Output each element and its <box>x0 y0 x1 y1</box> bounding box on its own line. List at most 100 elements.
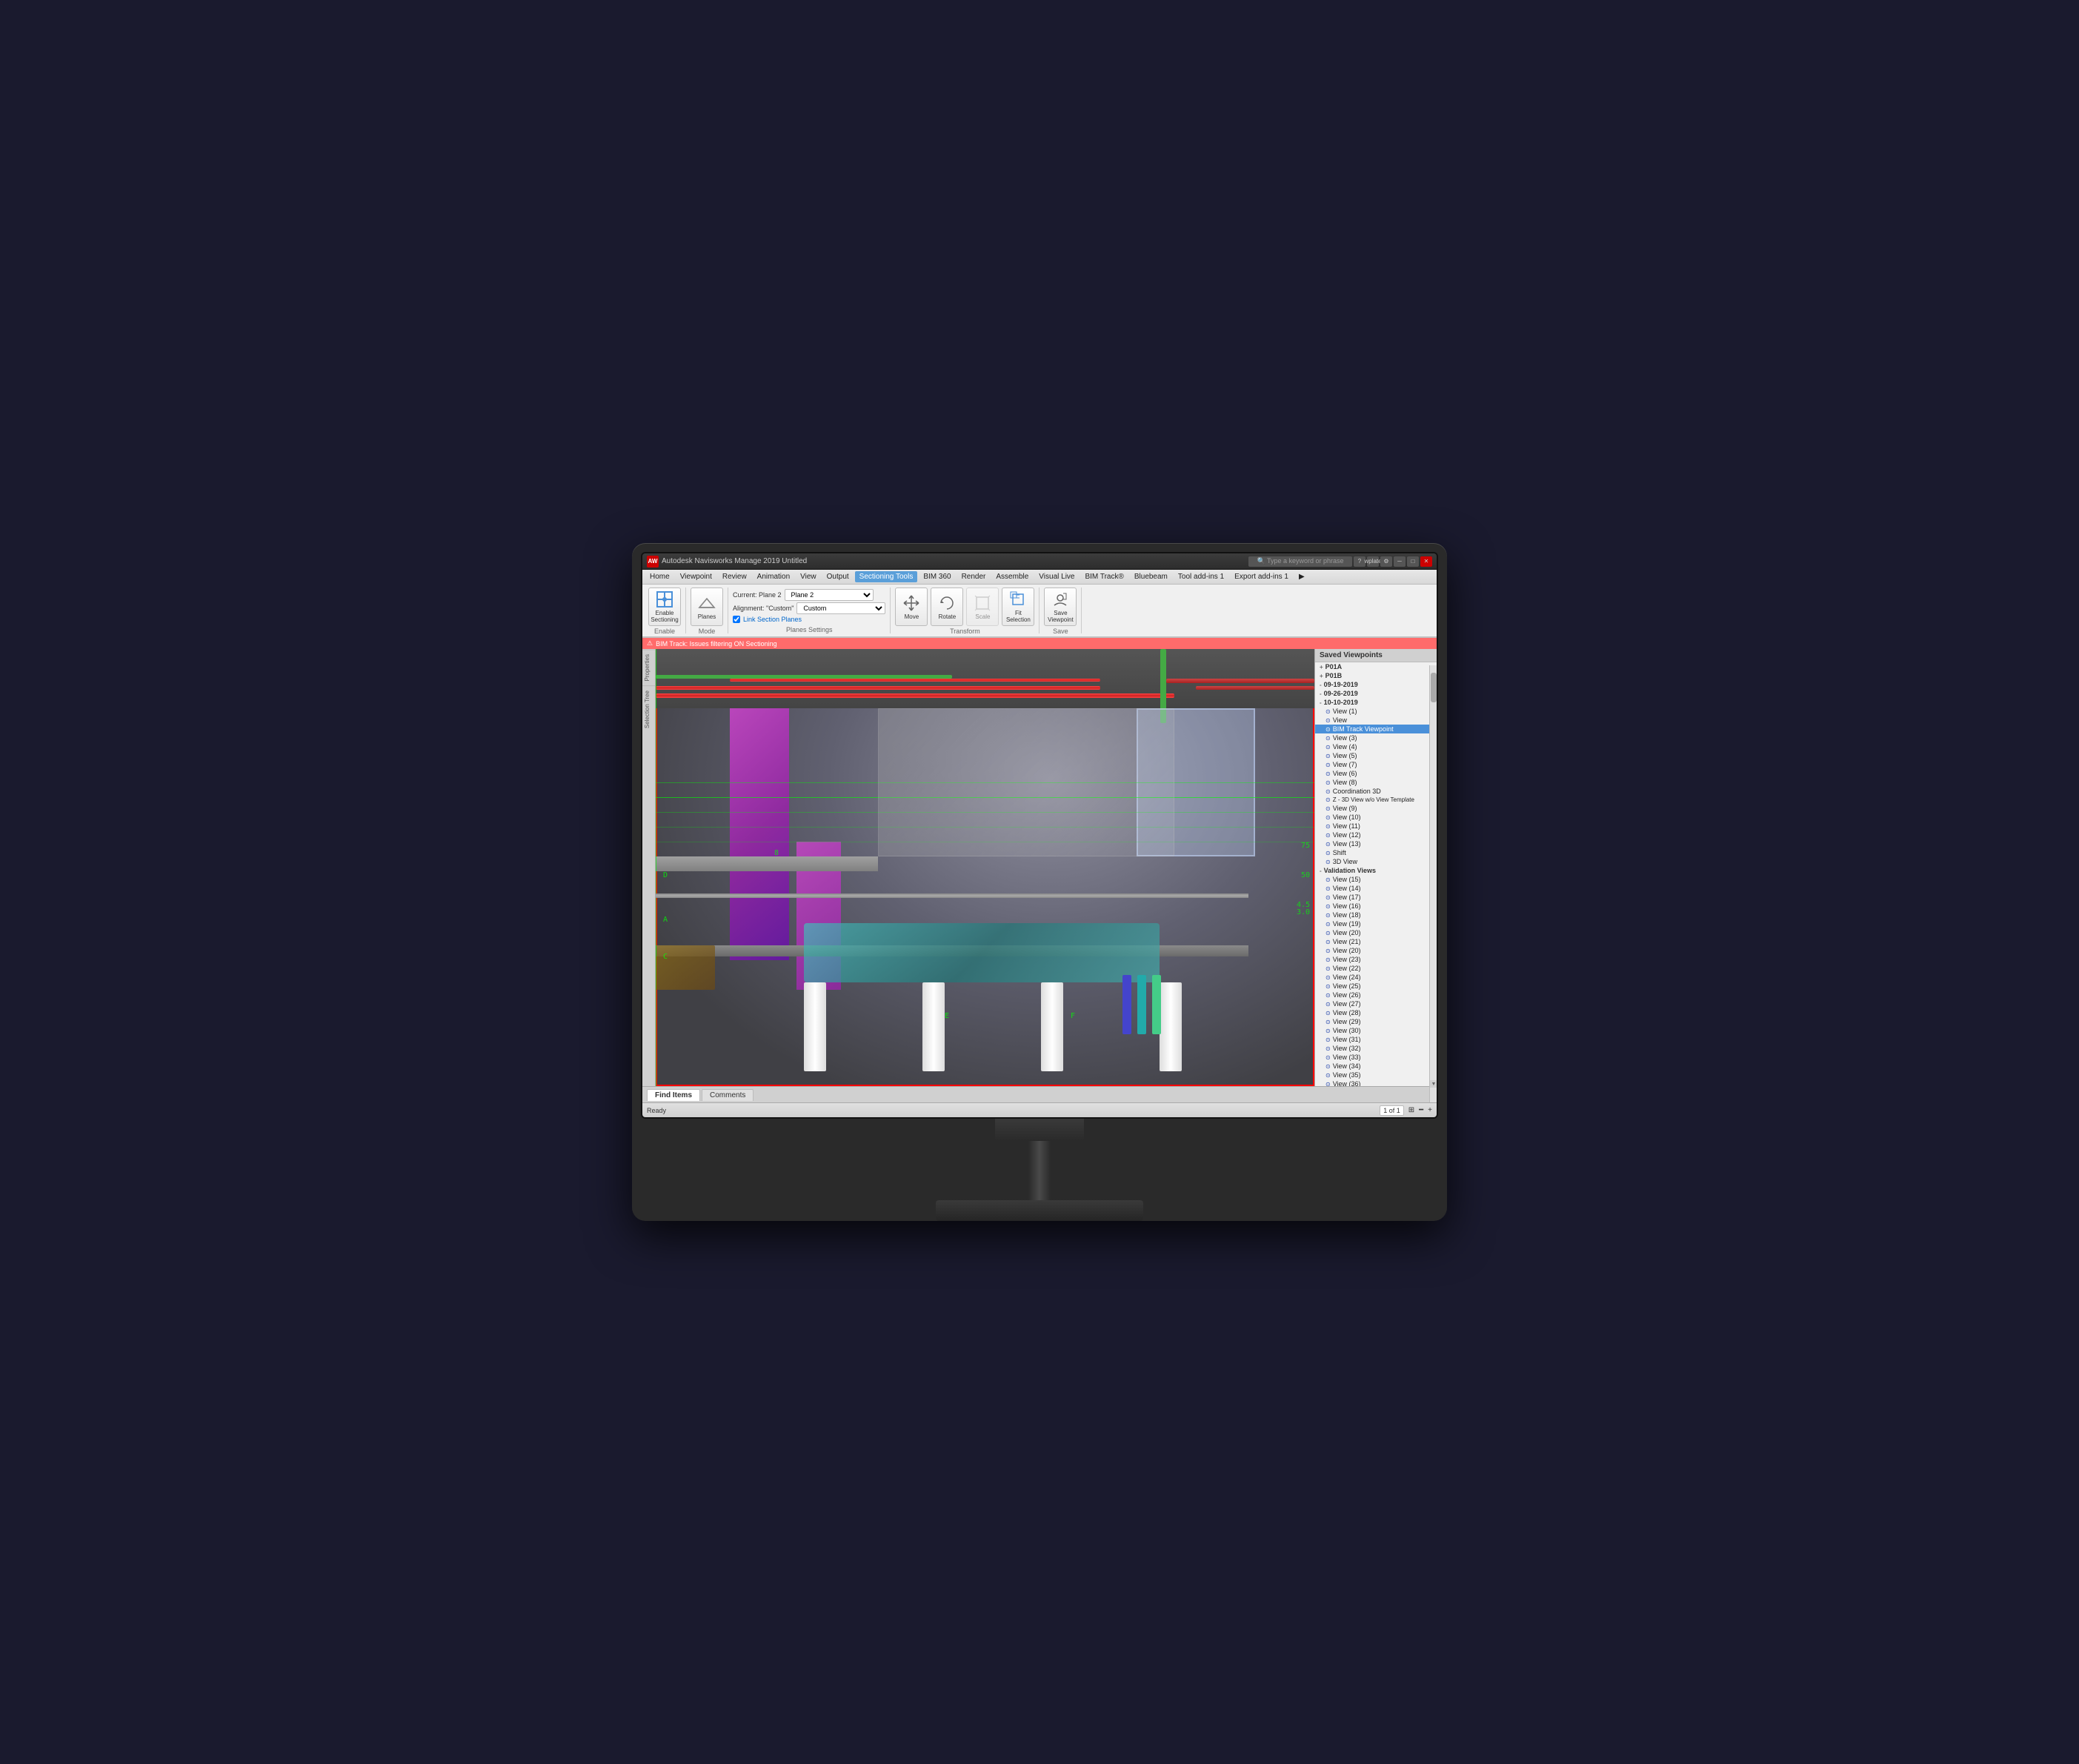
viewpoint-view1[interactable]: ⊙ View (1) <box>1315 707 1437 716</box>
tab-comments[interactable]: Comments <box>702 1089 754 1101</box>
viewpoint-view21[interactable]: ⊙ View (21) <box>1315 937 1437 946</box>
menu-bim-track[interactable]: BIM Track® <box>1080 571 1128 582</box>
viewpoint-coordination3d[interactable]: ⊙ Coordination 3D <box>1315 787 1437 796</box>
viewpoint-z-3d[interactable]: ⊙ Z - 3D View w/o View Template <box>1315 796 1437 804</box>
menu-output[interactable]: Output <box>822 571 854 582</box>
viewpoint-view24[interactable]: ⊙ View (24) <box>1315 973 1437 982</box>
rotate-button[interactable]: Rotate <box>931 588 963 626</box>
menu-assemble[interactable]: Assemble <box>991 571 1033 582</box>
viewpoint-view6[interactable]: ⊙ View (6) <box>1315 769 1437 778</box>
viewpoint-scrollbar[interactable]: ▼ <box>1429 665 1437 1102</box>
camera-icon: ⊙ <box>1325 814 1331 821</box>
viewpoint-view35[interactable]: ⊙ View (35) <box>1315 1071 1437 1079</box>
menu-visual-live[interactable]: Visual Live <box>1034 571 1079 582</box>
viewpoint-date-0919[interactable]: - 09-19-2019 <box>1315 680 1437 689</box>
viewpoint-view27[interactable]: ⊙ View (27) <box>1315 999 1437 1008</box>
viewpoint-view17[interactable]: ⊙ View (17) <box>1315 893 1437 902</box>
camera-icon: ⊙ <box>1325 965 1331 972</box>
scroll-down-btn[interactable]: ▼ <box>1430 1080 1437 1088</box>
viewpoint-view22[interactable]: ⊙ View (22) <box>1315 964 1437 973</box>
menu-render[interactable]: Render <box>957 571 991 582</box>
viewpoint-view29[interactable]: ⊙ View (29) <box>1315 1017 1437 1026</box>
menu-tool-addins[interactable]: Tool add-ins 1 <box>1174 571 1228 582</box>
viewpoint-view16[interactable]: ⊙ View (16) <box>1315 902 1437 911</box>
viewpoint-view11[interactable]: ⊙ View (11) <box>1315 822 1437 831</box>
menu-bluebeam[interactable]: Bluebeam <box>1130 571 1172 582</box>
viewpoint-view30[interactable]: ⊙ View (30) <box>1315 1026 1437 1035</box>
viewpoint-view5[interactable]: ⊙ View (5) <box>1315 751 1437 760</box>
enable-sectioning-button[interactable]: Enable Sectioning <box>648 588 681 626</box>
viewpoint-view4[interactable]: ⊙ View (4) <box>1315 742 1437 751</box>
viewpoint-view9[interactable]: ⊙ View (9) <box>1315 804 1437 813</box>
viewpoint-view8[interactable]: ⊙ View (8) <box>1315 778 1437 787</box>
viewpoint-bim-track[interactable]: ⊙ BIM Track Viewpoint <box>1315 725 1437 733</box>
menu-export-addins[interactable]: Export add-ins 1 <box>1230 571 1293 582</box>
viewpoint-view13[interactable]: ⊙ View (13) <box>1315 839 1437 848</box>
viewpoint-p01a[interactable]: + P01A <box>1315 662 1437 671</box>
maximize-button[interactable]: □ <box>1407 556 1419 567</box>
viewpoint-view[interactable]: ⊙ View <box>1315 716 1437 725</box>
scrollbar-thumb[interactable] <box>1431 673 1437 702</box>
properties-tab[interactable]: Properties <box>642 649 655 685</box>
viewpoint-view34[interactable]: ⊙ View (34) <box>1315 1062 1437 1071</box>
camera-icon: ⊙ <box>1325 948 1331 954</box>
move-button[interactable]: Move <box>895 588 928 626</box>
viewpoint-date-1010[interactable]: - 10-10-2019 <box>1315 698 1437 707</box>
pagination-text: 1 of 1 <box>1380 1105 1404 1116</box>
viewpoint-view36[interactable]: ⊙ View (36) <box>1315 1079 1437 1086</box>
search-bar[interactable]: 🔍 Type a keyword or phrase <box>1248 556 1352 567</box>
viewpoint-view32[interactable]: ⊙ View (32) <box>1315 1044 1437 1053</box>
alignment-select[interactable]: Custom <box>796 602 885 614</box>
viewport[interactable]: 8 D A C E F 75 50 4.5 3.0 <box>656 649 1314 1086</box>
viewpoint-view18[interactable]: ⊙ View (18) <box>1315 911 1437 919</box>
close-button[interactable]: ✕ <box>1420 556 1432 567</box>
viewpoint-view25[interactable]: ⊙ View (25) <box>1315 982 1437 991</box>
user-button[interactable]: wplate <box>1367 556 1379 567</box>
viewpoint-date-0926[interactable]: - 09-26-2019 <box>1315 689 1437 698</box>
viewpoint-view23[interactable]: ⊙ View (23) <box>1315 955 1437 964</box>
link-section-checkbox[interactable] <box>733 616 740 623</box>
viewpoint-view20b[interactable]: ⊙ View (20) <box>1315 946 1437 955</box>
viewpoint-view7[interactable]: ⊙ View (7) <box>1315 760 1437 769</box>
viewpoint-view14[interactable]: ⊙ View (14) <box>1315 884 1437 893</box>
planes-button[interactable]: Planes <box>691 588 723 626</box>
menu-video[interactable]: ▶ <box>1294 571 1309 582</box>
viewpoint-view31[interactable]: ⊙ View (31) <box>1315 1035 1437 1044</box>
tab-find-items[interactable]: Find Items <box>647 1089 700 1101</box>
viewpoint-view15[interactable]: ⊙ View (15) <box>1315 875 1437 884</box>
viewpoint-shift[interactable]: ⊙ Shift <box>1315 848 1437 857</box>
selection-tree-tab[interactable]: Selection Tree <box>642 685 655 733</box>
scale-label: Scale <box>975 613 990 620</box>
title-bar-controls: 🔍 Type a keyword or phrase ? wplate ⚙ ─ … <box>1248 556 1432 567</box>
viewpoint-view33[interactable]: ⊙ View (33) <box>1315 1053 1437 1062</box>
menu-animation[interactable]: Animation <box>753 571 794 582</box>
menu-view[interactable]: View <box>796 571 821 582</box>
viewpoint-3dview[interactable]: ⊙ 3D View <box>1315 857 1437 866</box>
options-button[interactable]: ⚙ <box>1380 556 1392 567</box>
viewpoint-p01b[interactable]: + P01B <box>1315 671 1437 680</box>
menu-viewpoint[interactable]: Viewpoint <box>676 571 716 582</box>
camera-icon: ⊙ <box>1325 1045 1331 1052</box>
viewpoint-label: View (10) <box>1333 813 1361 821</box>
fit-selection-button[interactable]: Fit Selection <box>1002 588 1034 626</box>
save-viewpoint-button[interactable]: Save Viewpoint <box>1044 588 1077 626</box>
viewpoint-view20[interactable]: ⊙ View (20) <box>1315 928 1437 937</box>
zoom-in-icon[interactable]: + <box>1428 1106 1432 1114</box>
viewpoint-label: 10-10-2019 <box>1324 699 1358 706</box>
current-plane-select[interactable]: Plane 2 Plane 1 <box>785 589 874 601</box>
viewpoint-view12[interactable]: ⊙ View (12) <box>1315 831 1437 839</box>
minimize-button[interactable]: ─ <box>1394 556 1406 567</box>
viewpoint-view28[interactable]: ⊙ View (28) <box>1315 1008 1437 1017</box>
view-toggle-icon[interactable]: ⊞ <box>1408 1106 1414 1114</box>
menu-sectioning-tools[interactable]: Sectioning Tools <box>855 571 918 582</box>
viewpoint-validation[interactable]: - Validation Views <box>1315 866 1437 875</box>
viewpoint-view26[interactable]: ⊙ View (26) <box>1315 991 1437 999</box>
link-section-planes-label[interactable]: Link Section Planes <box>743 616 802 623</box>
menu-review[interactable]: Review <box>718 571 751 582</box>
menu-home[interactable]: Home <box>645 571 674 582</box>
zoom-slider[interactable]: ━ <box>1419 1106 1423 1114</box>
viewpoint-view3[interactable]: ⊙ View (3) <box>1315 733 1437 742</box>
viewpoint-view10[interactable]: ⊙ View (10) <box>1315 813 1437 822</box>
viewpoint-view19[interactable]: ⊙ View (19) <box>1315 919 1437 928</box>
menu-bim360[interactable]: BIM 360 <box>919 571 955 582</box>
